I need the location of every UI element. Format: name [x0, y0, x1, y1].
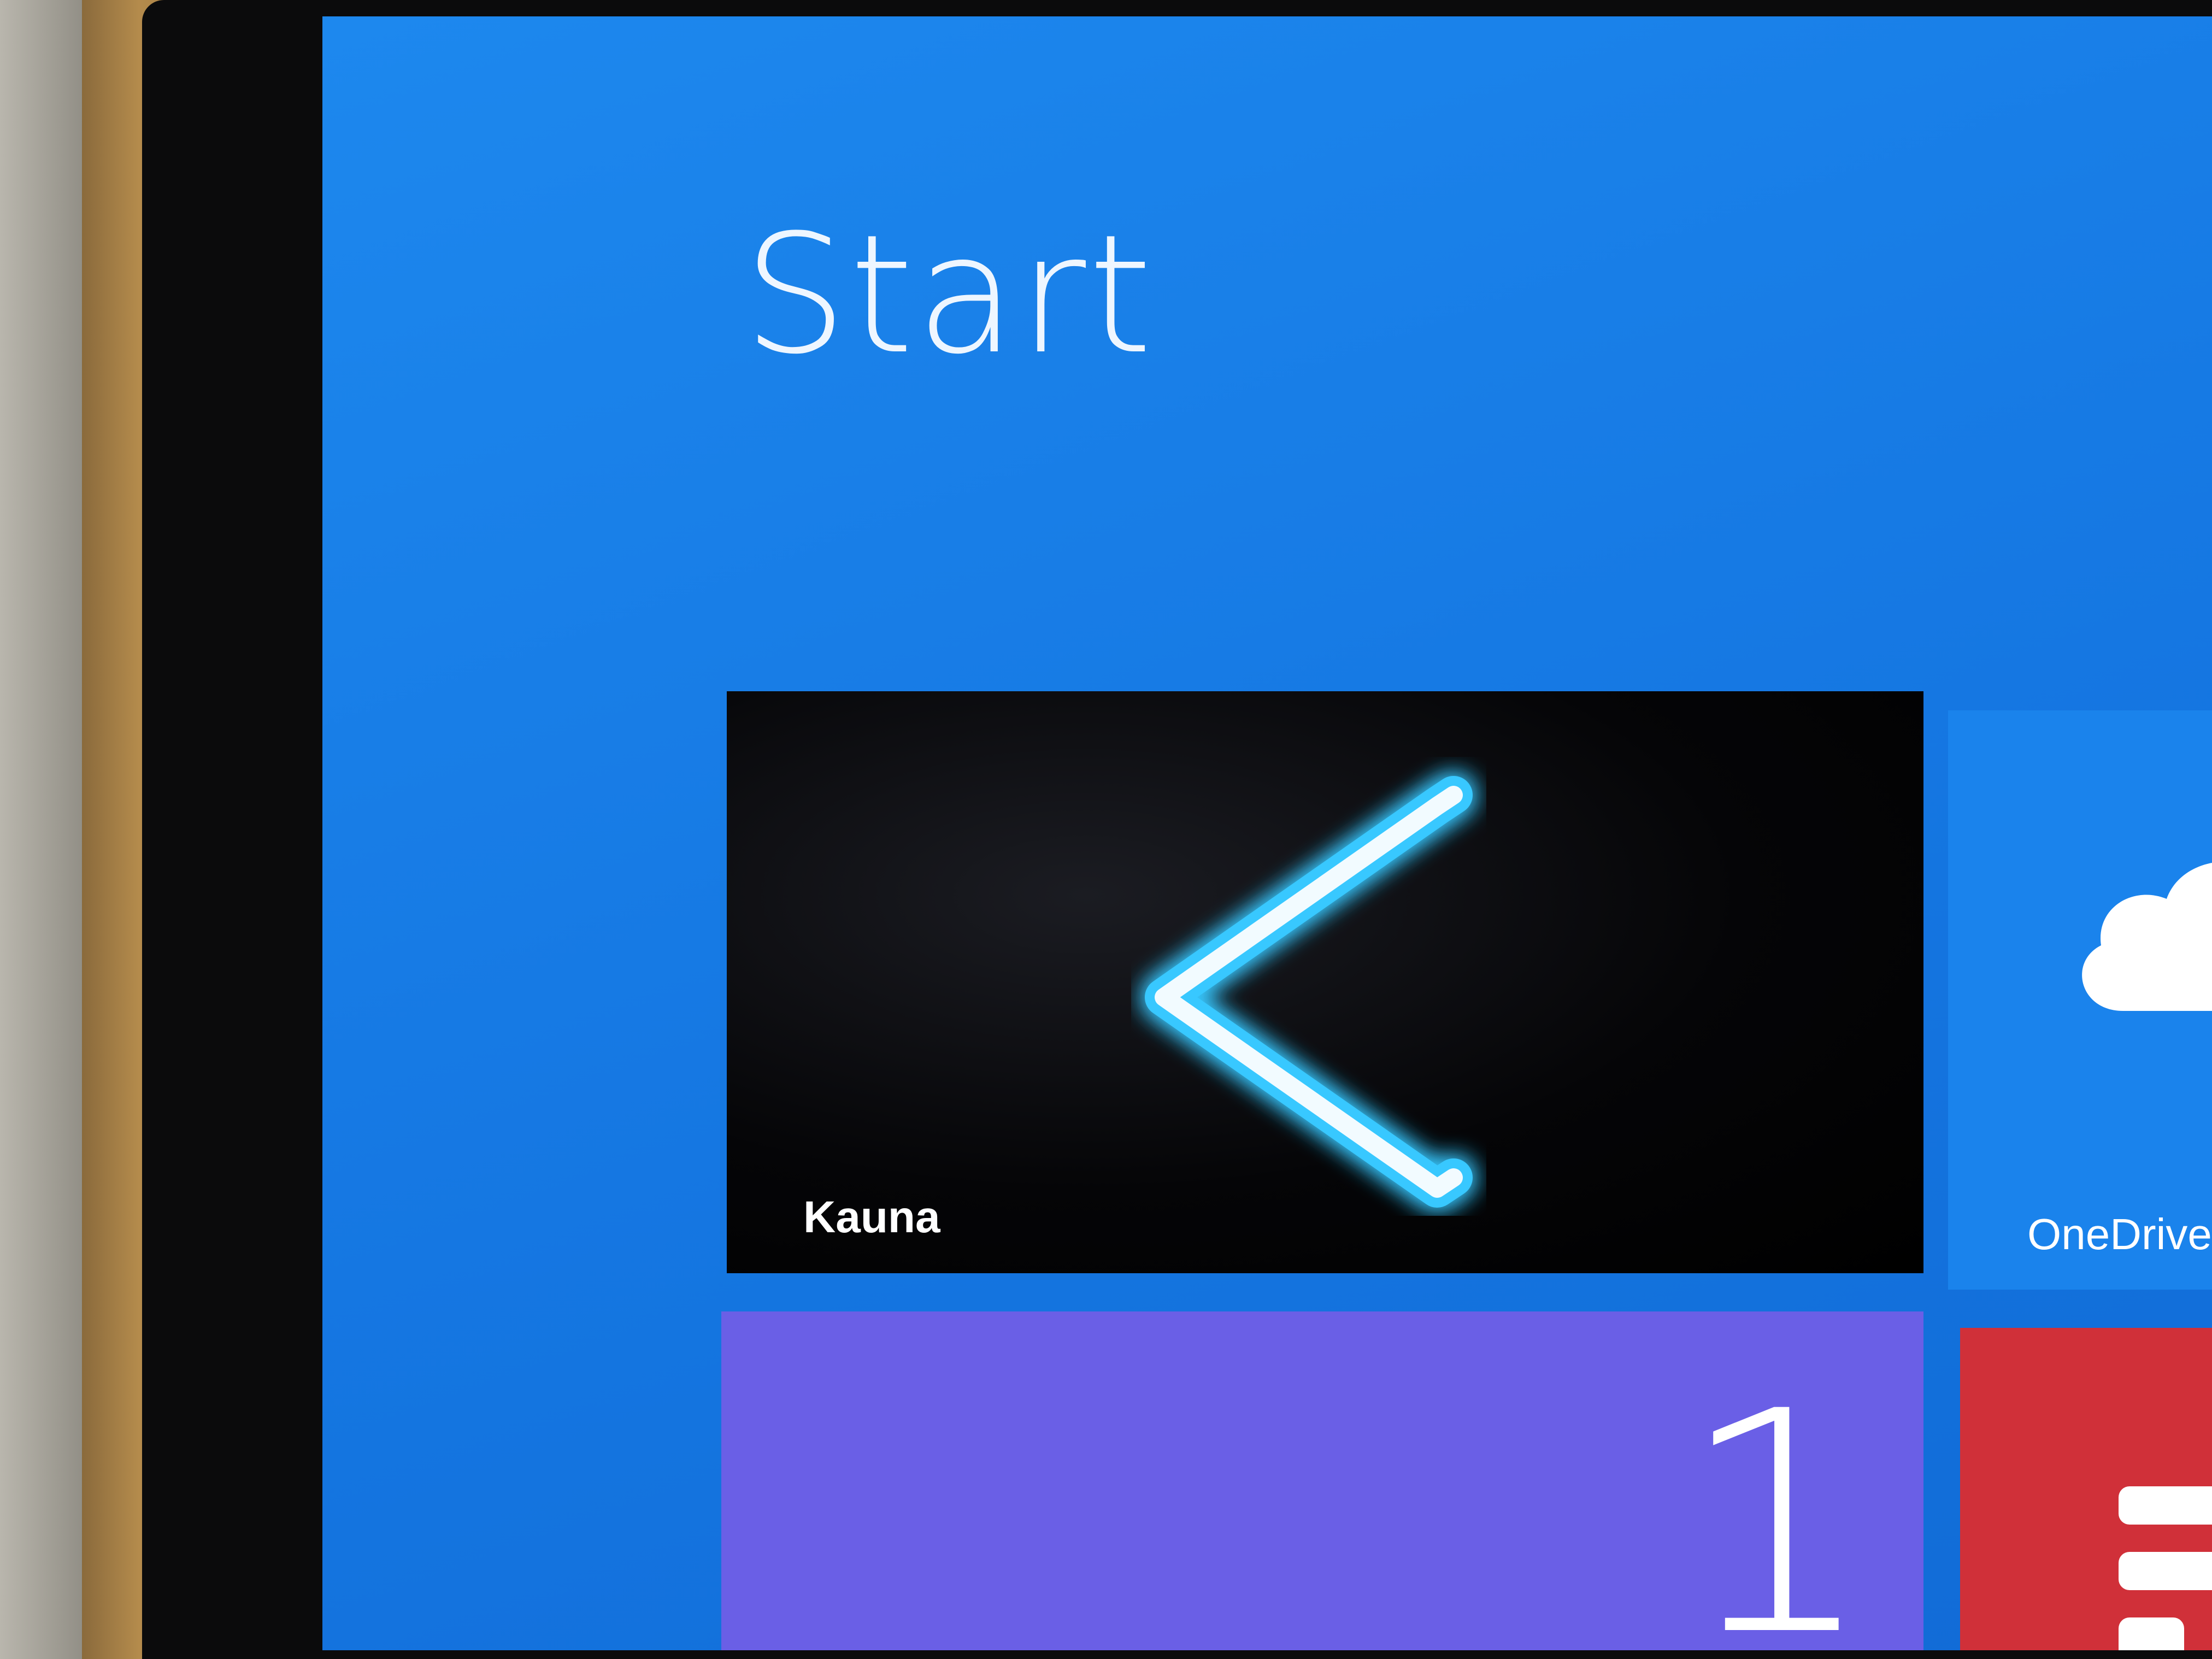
chevron-left-icon: [1145, 776, 1473, 1208]
tile-kauna[interactable]: Kauna: [727, 691, 1923, 1273]
tile-red-app[interactable]: [1960, 1328, 2212, 1650]
cloud-icon: [2082, 863, 2212, 1011]
app-glyph-icon: [2119, 1486, 2212, 1650]
tile-onedrive-label: OneDrive: [2027, 1210, 2212, 1258]
tile-count: 1: [1679, 1346, 1874, 1650]
tile-kauna-label: Kauna: [803, 1192, 940, 1242]
start-title: Start: [743, 199, 1155, 390]
tile-onedrive[interactable]: OneDrive: [1948, 710, 2212, 1290]
start-screen: Start Kauna OneDrive 1: [322, 16, 2212, 1650]
tile-purple-count[interactable]: 1: [721, 1311, 1923, 1650]
